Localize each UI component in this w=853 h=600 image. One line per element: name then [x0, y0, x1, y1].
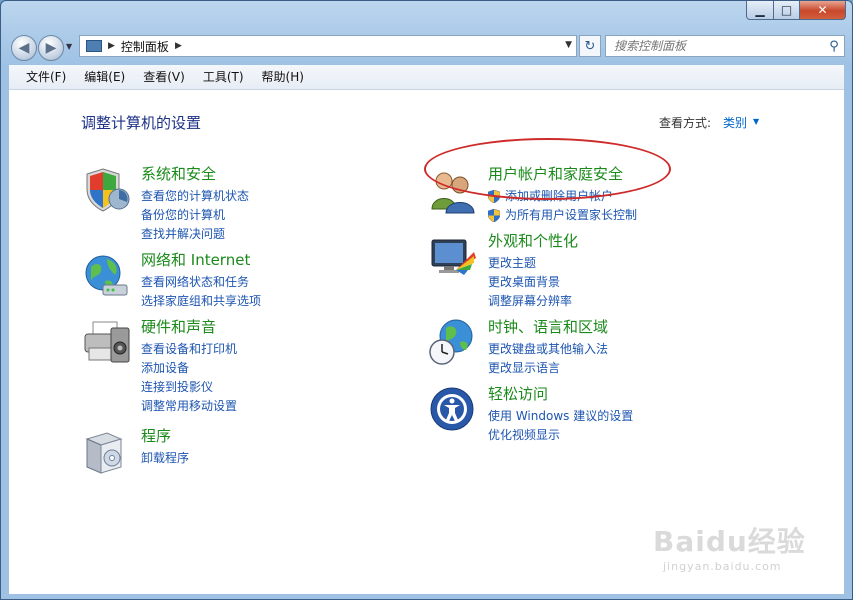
breadcrumb-control-panel[interactable]: 控制面板	[121, 38, 169, 55]
category-links: 查看设备和打印机 添加设备 连接到投影仪 调整常用移动设置	[141, 340, 237, 416]
link-change-keyboard-input[interactable]: 更改键盘或其他输入法	[488, 340, 608, 359]
control-panel-icon	[86, 40, 102, 52]
minimize-button[interactable]: ▁	[746, 1, 774, 20]
link-connect-projector[interactable]: 连接到投影仪	[141, 378, 237, 397]
link-backup-computer[interactable]: 备份您的计算机	[141, 206, 249, 225]
category-links: 卸载程序	[141, 449, 189, 468]
menu-tools[interactable]: 工具(T)	[194, 66, 253, 88]
search-icon[interactable]: ⚲	[824, 39, 844, 54]
link-recommended-settings[interactable]: 使用 Windows 建议的设置	[488, 407, 633, 426]
forward-button[interactable]: ▶	[38, 35, 64, 61]
menu-help[interactable]: 帮助(H)	[253, 66, 313, 88]
menu-view[interactable]: 查看(V)	[134, 66, 194, 88]
clock-globe-icon	[429, 319, 473, 365]
forward-arrow-icon: ▶	[45, 40, 57, 56]
link-devices-printers[interactable]: 查看设备和打印机	[141, 340, 237, 359]
link-change-desktop-background[interactable]: 更改桌面背景	[488, 273, 572, 292]
link-mobility-settings[interactable]: 调整常用移动设置	[141, 397, 237, 416]
watermark-logo: Baidu经验	[653, 525, 806, 558]
category-title-ease-of-access[interactable]: 轻松访问	[488, 383, 548, 404]
refresh-icon: ↻	[584, 38, 596, 54]
menu-edit[interactable]: 编辑(E)	[75, 66, 134, 88]
users-icon	[431, 172, 475, 214]
category-title-hardware-sound[interactable]: 硬件和声音	[141, 316, 216, 337]
category-links: 更改主题 更改桌面背景 调整屏幕分辨率	[488, 254, 572, 311]
link-optimize-visual-display[interactable]: 优化视频显示	[488, 426, 633, 445]
link-parental-controls[interactable]: 为所有用户设置家长控制	[488, 206, 637, 225]
link-view-computer-status[interactable]: 查看您的计算机状态	[141, 187, 249, 206]
breadcrumb-chevron-icon[interactable]: ▶	[108, 41, 115, 51]
recent-pages-dropdown[interactable]: ▼	[66, 42, 72, 51]
address-dropdown-icon[interactable]: ▼	[565, 40, 572, 50]
menu-bar: 文件(F) 编辑(E) 查看(V) 工具(T) 帮助(H)	[9, 65, 844, 90]
navigation-bar: ◀ ▶ ▼ ▶ 控制面板 ▶ ▼ ↻ ⚲	[9, 31, 845, 63]
back-arrow-icon: ◀	[18, 40, 30, 56]
link-uninstall-program[interactable]: 卸载程序	[141, 449, 189, 468]
main-content: 调整计算机的设置 查看方式: 类别 ▼ 系统和安全 查看您的计算机状态 备份您的…	[9, 90, 844, 594]
link-change-display-language[interactable]: 更改显示语言	[488, 359, 608, 378]
category-links: 添加或删除用户帐户 为所有用户设置家长控制	[488, 187, 637, 225]
category-links: 查看您的计算机状态 备份您的计算机 查找并解决问题	[141, 187, 249, 244]
programs-box-icon	[85, 432, 123, 474]
shield-icon	[86, 168, 130, 212]
ease-of-access-icon	[430, 387, 474, 431]
view-by-dropdown[interactable]: 类别	[723, 114, 747, 131]
window-caption-buttons: ▁ □ ✕	[746, 1, 846, 21]
view-by-label: 查看方式:	[659, 116, 712, 130]
search-input[interactable]	[606, 36, 824, 56]
menu-file[interactable]: 文件(F)	[17, 66, 75, 88]
link-homegroup-sharing[interactable]: 选择家庭组和共享选项	[141, 292, 261, 311]
link-view-network-status[interactable]: 查看网络状态和任务	[141, 273, 261, 292]
link-add-device[interactable]: 添加设备	[141, 359, 237, 378]
category-title-clock-language-region[interactable]: 时钟、语言和区域	[488, 316, 608, 337]
category-links: 更改键盘或其他输入法 更改显示语言	[488, 340, 608, 378]
link-adjust-resolution[interactable]: 调整屏幕分辨率	[488, 292, 572, 311]
link-troubleshoot[interactable]: 查找并解决问题	[141, 225, 249, 244]
network-globe-icon	[85, 255, 128, 296]
category-title-appearance[interactable]: 外观和个性化	[488, 230, 578, 251]
back-button[interactable]: ◀	[11, 35, 37, 61]
baidu-jingyan-watermark: Baidu经验 jingyan.baidu.com	[653, 520, 806, 573]
watermark-url: jingyan.baidu.com	[663, 560, 782, 573]
printer-icon	[84, 321, 130, 363]
category-title-system-security[interactable]: 系统和安全	[141, 163, 216, 184]
category-title-programs[interactable]: 程序	[141, 425, 171, 446]
control-panel-window: ▁ □ ✕ ◀ ▶ ▼ ▶ 控制面板 ▶ ▼ ↻ ⚲ 文件(F) 编辑(E) 查…	[0, 0, 853, 600]
link-change-theme[interactable]: 更改主题	[488, 254, 572, 273]
view-by-chevron-down-icon[interactable]: ▼	[753, 117, 759, 126]
category-links: 使用 Windows 建议的设置 优化视频显示	[488, 407, 633, 445]
search-box[interactable]: ⚲	[605, 35, 845, 57]
uac-shield-icon	[488, 209, 500, 222]
address-bar[interactable]: ▶ 控制面板 ▶ ▼	[79, 35, 577, 57]
close-button[interactable]: ✕	[800, 1, 846, 20]
category-title-network-internet[interactable]: 网络和 Internet	[141, 249, 250, 270]
link-add-remove-accounts-label: 添加或删除用户帐户	[505, 189, 614, 203]
link-parental-controls-label: 为所有用户设置家长控制	[505, 208, 638, 222]
category-links: 查看网络状态和任务 选择家庭组和共享选项	[141, 273, 261, 311]
breadcrumb-chevron-icon[interactable]: ▶	[175, 41, 182, 51]
category-title-user-accounts[interactable]: 用户帐户和家庭安全	[488, 163, 623, 184]
refresh-button[interactable]: ↻	[579, 35, 601, 57]
monitor-palette-icon	[431, 239, 476, 275]
uac-shield-icon	[488, 190, 500, 203]
page-title: 调整计算机的设置	[81, 114, 202, 132]
link-add-remove-accounts[interactable]: 添加或删除用户帐户	[488, 187, 637, 206]
maximize-button[interactable]: □	[774, 1, 800, 20]
